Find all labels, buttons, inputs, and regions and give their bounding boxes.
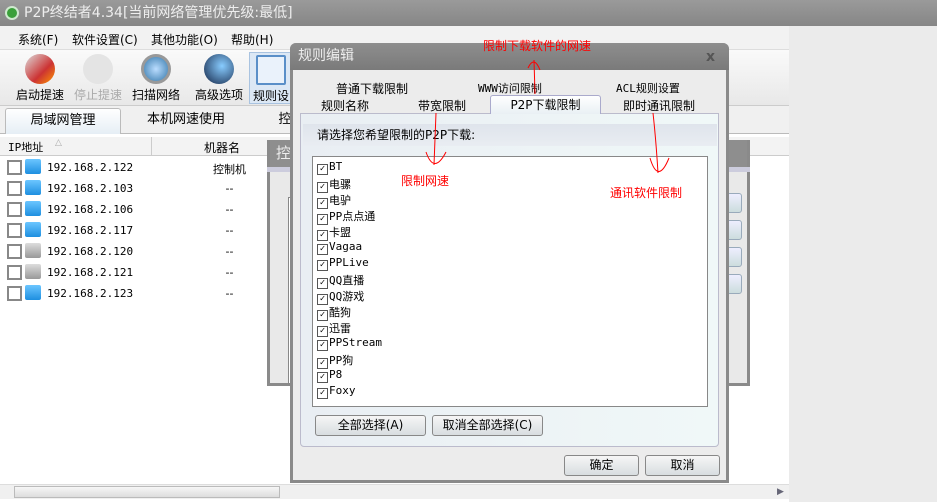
annotation-im: 通讯软件限制: [610, 186, 683, 200]
annotation-arrow-bandwidth: [425, 112, 447, 166]
annotation-arrow-top: [527, 59, 541, 95]
annotation-arrows: [425, 59, 670, 174]
annotation-bandwidth: 限制网速: [401, 174, 450, 188]
annotation-top: 限制下载软件的网速: [483, 39, 592, 53]
annotation-arrow-im: [649, 112, 670, 174]
